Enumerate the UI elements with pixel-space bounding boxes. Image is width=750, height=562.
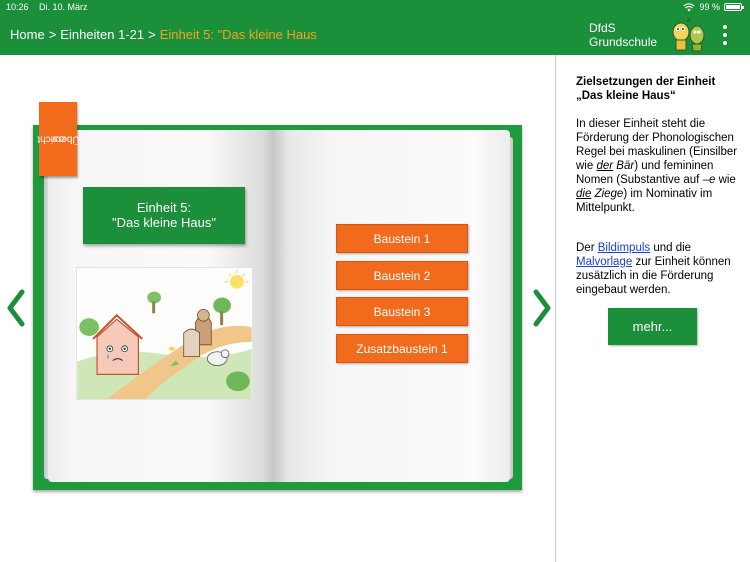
sidebar-resources: Der Bildimpuls und die Malvorlage zur Ei…: [576, 241, 742, 297]
resources-text: Der: [576, 242, 598, 254]
sidebar-title-line-1: Zielsetzungen der Einheit: [576, 76, 716, 88]
chevron-right-icon[interactable]: [531, 289, 553, 327]
module-button-1[interactable]: Baustein 1: [336, 224, 468, 253]
sidebar-title-line-2: „Das kleine Haus“: [576, 90, 676, 102]
brand-line-1: DfdS: [589, 21, 616, 35]
example-word-baer: Bär: [616, 160, 635, 172]
brand-name: DfdS Grundschule: [589, 21, 657, 49]
module-button-2[interactable]: Baustein 2: [336, 261, 468, 290]
unit-title-box: Einheit 5: "Das kleine Haus": [83, 187, 245, 244]
status-bar: 10:26 Di. 10. März 99 %: [0, 0, 750, 14]
crumb-units[interactable]: Einheiten 1-21: [60, 27, 144, 42]
description-text: wie: [715, 174, 736, 186]
crumb-home[interactable]: Home: [10, 27, 45, 42]
brand-line-2: Grundschule: [589, 35, 658, 49]
unit-illustration: [76, 267, 253, 400]
more-options-icon[interactable]: [718, 23, 732, 47]
example-article-der: der: [596, 160, 614, 172]
battery-percent: 99 %: [699, 2, 720, 12]
malvorlage-link[interactable]: Malvorlage: [576, 256, 632, 268]
chevron-left-icon[interactable]: [5, 289, 27, 327]
wifi-icon: [683, 2, 696, 11]
status-date: Di. 10. März: [39, 2, 88, 12]
mascot-logo-icon: [672, 18, 705, 52]
status-time: 10:26: [6, 2, 29, 12]
overview-tab-line-2: Übersicht: [36, 133, 80, 145]
more-button[interactable]: mehr...: [608, 308, 697, 345]
crumb-separator: >: [148, 27, 156, 42]
crumb-current: Einheit 5: "Das kleine Haus: [159, 27, 317, 42]
resources-text: und die: [650, 242, 692, 254]
example-word-ziege: Ziege: [594, 188, 624, 200]
crumb-separator: >: [48, 27, 57, 42]
nav-bar: Home > Einheiten 1-21 > Einheit 5: "Das klei…: [0, 14, 750, 55]
info-sidebar: Zielsetzungen der Einheit „Das kleine Ha…: [556, 55, 750, 562]
unit-title-line-1: Einheit 5:: [136, 200, 192, 215]
example-suffix-e: –e: [702, 174, 716, 186]
module-button-3[interactable]: Baustein 3: [336, 297, 468, 326]
example-article-die: die: [576, 188, 592, 200]
breadcrumb: Home > Einheiten 1-21 > Einheit 5: "Das klei…: [10, 27, 317, 42]
sidebar-description: In dieser Einheit steht die Förderung de…: [576, 117, 742, 215]
bildimpuls-link[interactable]: Bildimpuls: [598, 242, 650, 254]
overview-tab-button[interactable]: zur Übersicht: [37, 102, 79, 176]
module-button-extra-1[interactable]: Zusatzbaustein 1: [336, 334, 468, 363]
unit-title-line-2: "Das kleine Haus": [112, 215, 216, 230]
sidebar-title: Zielsetzungen der Einheit „Das kleine Ha…: [576, 75, 746, 103]
battery-icon: [724, 3, 744, 11]
